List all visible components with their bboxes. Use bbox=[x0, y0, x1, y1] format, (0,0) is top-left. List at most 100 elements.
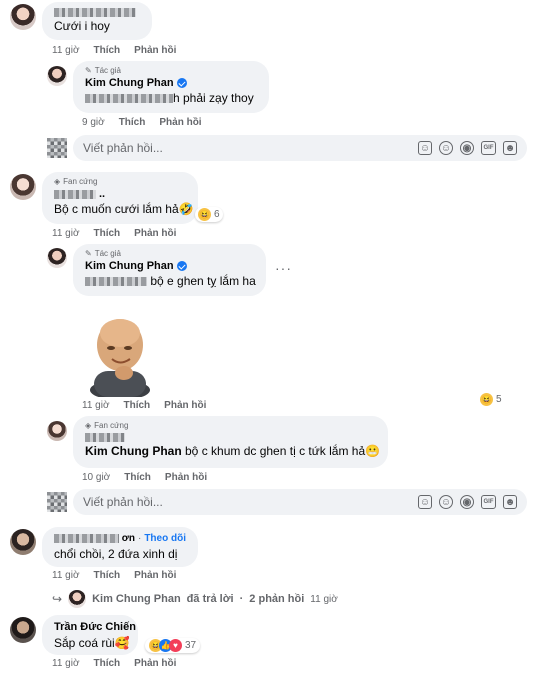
reply-button[interactable]: Phản hồi bbox=[134, 658, 176, 669]
reply-button[interactable]: Phản hồi bbox=[159, 117, 201, 128]
avatar[interactable] bbox=[10, 529, 36, 555]
comment-author[interactable]: ơn · Theo dõi bbox=[54, 533, 186, 544]
reply-time: 11 giờ bbox=[310, 593, 338, 605]
like-button[interactable]: Thích bbox=[124, 400, 151, 411]
comment-author[interactable] bbox=[54, 8, 140, 17]
avatar[interactable] bbox=[10, 617, 36, 643]
comment-actions: 11 giờ Thích Phản hồi bbox=[52, 570, 176, 581]
reply-bubble: ◈ Fan cứng Kim Chung Phan bộ c khum dc gh… bbox=[73, 416, 388, 468]
avatar bbox=[47, 138, 67, 158]
comment-time[interactable]: 11 giờ bbox=[52, 228, 80, 239]
comment-bubble: ◈ Fan cứng .. Bộ c muốn cưới lắm hả🤣 bbox=[42, 172, 198, 224]
reaction-summary[interactable]: 😆 6 bbox=[195, 207, 223, 222]
diamond-icon: ◈ bbox=[54, 177, 61, 186]
pencil-icon: ✎ bbox=[85, 249, 92, 258]
like-button[interactable]: Thích bbox=[94, 570, 121, 581]
reply-input[interactable]: Viết phản hồi... bbox=[83, 495, 411, 509]
reply-time[interactable]: 10 giờ bbox=[82, 472, 110, 483]
comment-bubble: ơn · Theo dõi chổi chồi, 2 đứa xinh dị bbox=[42, 527, 198, 567]
reply-actions: 10 giờ Thích Phản hồi bbox=[82, 472, 207, 483]
follow-button[interactable]: Theo dõi bbox=[144, 533, 186, 544]
emoji-icon[interactable]: ☺ bbox=[439, 141, 453, 155]
avatar[interactable] bbox=[10, 4, 36, 30]
avatar bbox=[68, 590, 87, 608]
haha-reaction-icon: 😆 bbox=[198, 208, 211, 221]
reply-actions: 9 giờ Thích Phản hồi bbox=[82, 117, 202, 128]
reply-author[interactable] bbox=[85, 433, 376, 442]
comment-bubble: Cưới i hoy bbox=[42, 2, 152, 40]
avatar[interactable] bbox=[47, 66, 67, 86]
comment-text: Bộ c muốn cưới lắm hả🤣 bbox=[54, 202, 194, 216]
replied-action: đã trả lời bbox=[186, 593, 234, 605]
reply-time[interactable]: 11 giờ bbox=[82, 400, 110, 411]
comment-time[interactable]: 11 giờ bbox=[52, 45, 80, 56]
reply-bubble: ✎ Tác giả Kim Chung Phan h phải zạy thoy bbox=[73, 61, 269, 113]
reply-input-box[interactable]: Viết phản hồi... ☺ ☺ ◉ GIF ☻ bbox=[73, 135, 527, 161]
avatar bbox=[47, 492, 67, 512]
like-button[interactable]: Thích bbox=[94, 228, 121, 239]
reaction-count: 37 bbox=[185, 640, 197, 651]
gif-icon[interactable]: GIF bbox=[481, 495, 496, 509]
reply-text: Kim Chung Phan bộ c khum dc ghen tị c tứ… bbox=[85, 444, 381, 458]
reply-bubble: ✎ Tác giả Kim Chung Phan bộ e ghen tỵ lắm… bbox=[73, 244, 266, 296]
reaction-summary[interactable]: 😆 👍 ♥ 37 bbox=[145, 638, 201, 653]
comment-actions: 11 giờ Thích Phản hồi bbox=[52, 228, 176, 239]
like-button[interactable]: Thích bbox=[94, 45, 121, 56]
reaction-count: 5 bbox=[496, 394, 502, 405]
sticker-image bbox=[84, 313, 154, 400]
avatar[interactable] bbox=[47, 248, 67, 268]
comment-actions: 11 giờ Thích Phản hồi bbox=[52, 45, 176, 56]
author-badge: ✎ Tác giả bbox=[85, 249, 121, 258]
reply-author[interactable]: Kim Chung Phan bbox=[85, 260, 254, 272]
fan-badge: ◈ Fan cứng bbox=[54, 177, 98, 186]
comment-text: Cưới i hoy bbox=[54, 19, 110, 33]
avatar[interactable] bbox=[47, 421, 67, 441]
comment-bubble: Trần Đức Chiến Sắp coá rùi🥰 bbox=[42, 615, 138, 655]
comment-time[interactable]: 11 giờ bbox=[52, 658, 80, 669]
sticker-icon[interactable]: ☻ bbox=[503, 495, 517, 509]
sticker-icon[interactable]: ☻ bbox=[503, 141, 517, 155]
love-reaction-icon: ♥ bbox=[169, 639, 182, 652]
comment-actions: 11 giờ Thích Phản hồi bbox=[52, 658, 176, 669]
reply-count: 2 phản hồi bbox=[249, 593, 305, 605]
avatar-sticker-icon[interactable]: ☺ bbox=[418, 495, 432, 509]
like-button[interactable]: Thích bbox=[124, 472, 151, 483]
reply-input[interactable]: Viết phản hồi... bbox=[83, 141, 411, 155]
emoji-icon[interactable]: ☺ bbox=[439, 495, 453, 509]
fan-badge: ◈ Fan cứng bbox=[85, 421, 129, 430]
like-button[interactable]: Thích bbox=[119, 117, 146, 128]
comment-author[interactable]: Trần Đức Chiến bbox=[54, 621, 136, 633]
reply-author[interactable]: Kim Chung Phan bbox=[85, 77, 257, 89]
comment-text: Sắp coá rùi🥰 bbox=[54, 636, 130, 650]
reply-button[interactable]: Phản hồi bbox=[165, 472, 207, 483]
comment-text: chổi chồi, 2 đứa xinh dị bbox=[54, 547, 178, 561]
verified-icon bbox=[176, 78, 187, 88]
camera-icon[interactable]: ◉ bbox=[460, 495, 474, 509]
camera-icon[interactable]: ◉ bbox=[460, 141, 474, 155]
more-options-icon[interactable]: ··· bbox=[275, 260, 292, 276]
reply-button[interactable]: Phản hồi bbox=[134, 45, 176, 56]
avatar-sticker-icon[interactable]: ☺ bbox=[418, 141, 432, 155]
comment-time[interactable]: 11 giờ bbox=[52, 570, 80, 581]
comment-author[interactable]: .. bbox=[54, 188, 186, 200]
reply-text: h phải zạy thoy bbox=[85, 91, 257, 105]
reply-time[interactable]: 9 giờ bbox=[82, 117, 105, 128]
reply-button[interactable]: Phản hồi bbox=[134, 570, 176, 581]
like-button[interactable]: Thích bbox=[94, 658, 121, 669]
gif-icon[interactable]: GIF bbox=[481, 141, 496, 155]
reply-input-box[interactable]: Viết phản hồi... ☺ ☺ ◉ GIF ☻ bbox=[73, 489, 527, 515]
reaction-summary[interactable]: 😆 5 bbox=[480, 393, 502, 406]
mention-link[interactable]: Kim Chung Phan bbox=[85, 444, 182, 458]
diamond-icon: ◈ bbox=[85, 421, 92, 430]
author-badge: ✎ Tác giả bbox=[85, 66, 121, 75]
verified-icon bbox=[176, 261, 187, 271]
avatar[interactable] bbox=[10, 174, 36, 200]
haha-reaction-icon: 😆 bbox=[480, 393, 493, 406]
reply-actions: 11 giờ Thích Phản hồi bbox=[82, 400, 206, 411]
reply-text: bộ e ghen tỵ lắm ha bbox=[85, 274, 256, 288]
reply-arrow-icon: ↪ bbox=[52, 592, 63, 606]
view-replies-link[interactable]: ↪ Kim Chung Phan đã trả lời · 2 phản hồi… bbox=[52, 590, 338, 608]
replier-name: Kim Chung Phan bbox=[92, 593, 181, 605]
reply-button[interactable]: Phản hồi bbox=[164, 400, 206, 411]
reply-button[interactable]: Phản hồi bbox=[134, 228, 176, 239]
